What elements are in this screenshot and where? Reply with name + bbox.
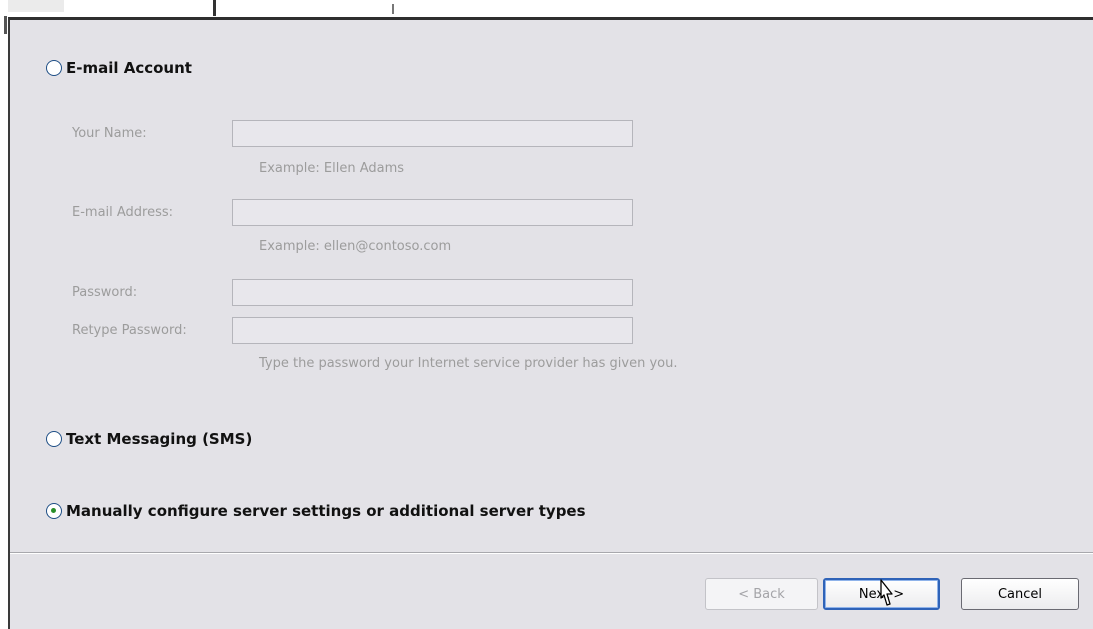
retype-password-field[interactable] xyxy=(232,317,633,344)
password-label: Password: xyxy=(72,285,138,300)
your-name-field[interactable] xyxy=(232,120,633,147)
sms-label: Text Messaging (SMS) xyxy=(66,430,253,448)
footer-separator-highlight xyxy=(10,553,1093,554)
background-divider xyxy=(213,0,216,16)
email-address-label: E-mail Address: xyxy=(72,205,174,220)
manual-config-label: Manually configure server settings or ad… xyxy=(66,502,586,520)
retype-password-label: Retype Password: xyxy=(72,323,187,338)
your-name-label: Your Name: xyxy=(72,126,147,141)
cancel-button[interactable]: Cancel xyxy=(961,578,1079,610)
password-hint: Type the password your Internet service … xyxy=(259,356,678,371)
add-account-dialog: E-mail Account Your Name: Example: Ellen… xyxy=(8,17,1093,629)
manual-config-radio[interactable] xyxy=(46,503,62,519)
background-tab xyxy=(8,0,64,12)
email-address-field[interactable] xyxy=(232,199,633,226)
back-button[interactable]: < Back xyxy=(705,578,818,610)
email-account-label: E-mail Account xyxy=(66,59,192,77)
background-divider xyxy=(4,16,7,34)
password-field[interactable] xyxy=(232,279,633,306)
your-name-hint: Example: Ellen Adams xyxy=(259,161,405,176)
sms-option[interactable]: Text Messaging (SMS) xyxy=(46,430,252,448)
background-window-strip xyxy=(0,0,1093,34)
email-account-option[interactable]: E-mail Account xyxy=(46,59,192,77)
email-address-hint: Example: ellen@contoso.com xyxy=(259,239,452,254)
sms-radio[interactable] xyxy=(46,431,62,447)
next-button[interactable]: Next > xyxy=(823,578,940,610)
background-divider xyxy=(392,4,394,14)
email-account-radio[interactable] xyxy=(46,60,62,76)
manual-config-option[interactable]: Manually configure server settings or ad… xyxy=(46,502,586,520)
